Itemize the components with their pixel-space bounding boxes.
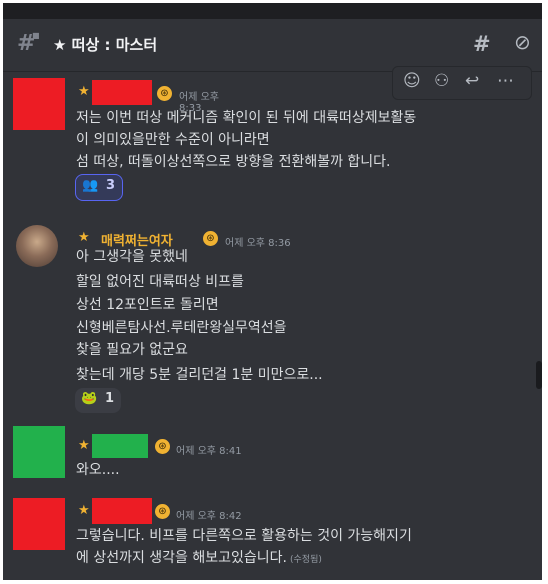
timestamp: 어제 오후 8:42 [176,511,242,522]
channel-header: # ■ ★ 떠상 : 마스터 # ⊘ [3,19,542,72]
star-icon: ★ [78,230,90,245]
group-emoji-icon: 👥 [82,178,99,193]
message-line: 찾을 필요가 없군요 [76,342,188,358]
star-icon: ★ [78,438,90,453]
message-line: 신형베른탐사선.루테란왕실무역선을 [76,320,287,336]
username-redacted[interactable] [92,434,148,458]
avatar[interactable] [13,498,65,550]
message-text: 에 상선까지 생각을 해보고있습니다. [76,550,287,566]
message-line: 섬 떠상, 떠돌이상선쪽으로 방향을 전환해볼까 합니다. [76,154,391,170]
message-line: 그렇습니다. 비프를 다른쪽으로 활용하는 것이 가능해지기 [76,528,412,544]
message-line: 상선 12포인트로 돌리면 [76,297,219,313]
message-line: 할일 없어진 대륙떠상 비프를 [76,274,244,290]
message-line: 아 그생각을 못했네 [76,249,188,265]
message-line: 저는 이번 떠상 메커니즘 확인이 된 뒤에 대륙떠상제보활동 [76,110,417,126]
message-line: 와오.... [76,462,120,478]
star-icon: ★ [78,84,90,99]
add-reaction-icon[interactable]: ☺ [403,71,421,91]
message: ★ ⊛ 어제 오후 8:42 그렇습니다. 비프를 다른쪽으로 활용하는 것이 … [3,491,542,580]
avatar[interactable] [13,78,65,130]
message-line: 이 의미있을만한 수준이 아니라면 [76,132,270,148]
message-header: ★ ⊛ 어제 오후 8:33 [75,80,235,114]
reaction-chip[interactable]: 🐸 1 [75,388,121,413]
message-line: 찾는데 개당 5분 걸리던걸 1분 미만으로... [76,367,323,383]
super-reaction-icon[interactable]: ⚇ [434,71,449,91]
avatar[interactable] [13,426,65,478]
scrollbar-thumb[interactable] [536,361,542,389]
message-hover-toolbar: ☺ ⚇ ↩ ⋯ [392,66,532,100]
lock-icon: ■ [32,31,40,40]
discord-window: # ■ ★ 떠상 : 마스터 # ⊘ ★ ⊛ 어제 오후 8:33 저는 이번 … [3,3,542,580]
reaction-count: 1 [105,391,115,406]
channel-name: ★ 떠상 : 마스터 [53,36,158,54]
role-badge-icon: ⊛ [155,439,170,454]
bell-slash-icon[interactable]: ⊘ [514,30,531,54]
message: ★ ⊛ 어제 오후 8:41 와오.... [3,426,542,486]
reaction-count: 3 [106,178,116,193]
message-header: ★ ⊛ 어제 오후 8:42 [75,498,275,524]
message-line: 에 상선까지 생각을 해보고있습니다. (수정됨) [76,547,322,567]
username-redacted[interactable] [92,498,152,524]
threads-icon[interactable]: # [473,32,491,56]
frog-emoji-icon: 🐸 [81,391,98,406]
reaction-chip[interactable]: 👥 3 [75,174,123,201]
message-header: ★ ⊛ 어제 오후 8:41 [75,434,275,458]
edited-label: (수정됨) [290,555,322,565]
star-icon: ★ [78,503,90,518]
reply-icon[interactable]: ↩ [465,71,479,91]
timestamp: 어제 오후 8:41 [176,446,242,457]
timestamp: 어제 오후 8:36 [225,238,291,249]
role-badge-icon: ⊛ [155,504,170,519]
title-strip [3,3,542,19]
role-badge-icon: ⊛ [157,86,172,101]
username-redacted[interactable] [92,80,152,105]
role-badge-icon: ⊛ [203,231,218,246]
avatar[interactable] [16,225,58,267]
more-icon[interactable]: ⋯ [497,71,514,91]
message: ★ 매력쩌는여자 ⊛ 어제 오후 8:36 아 그생각을 못했네 할일 없어진 … [3,218,542,418]
